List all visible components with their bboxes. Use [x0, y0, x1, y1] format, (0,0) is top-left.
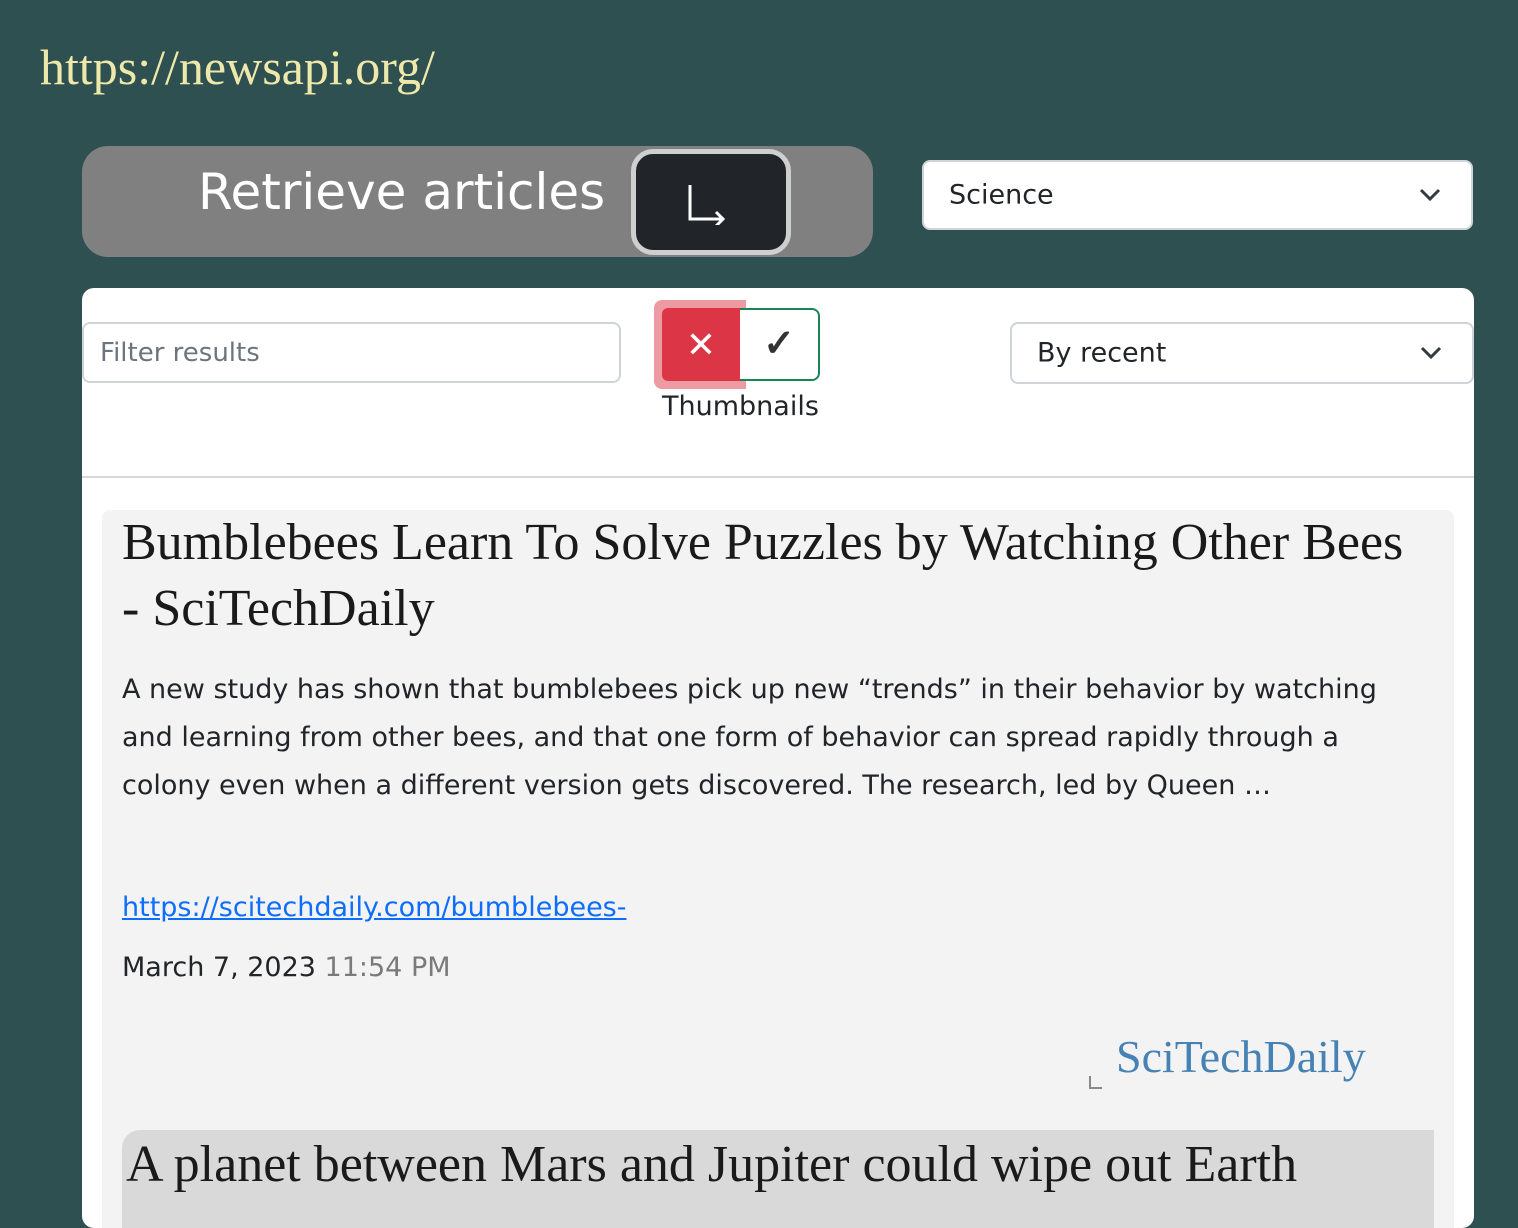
chevron-down-icon [1420, 346, 1442, 360]
category-select-value: Science [949, 179, 1054, 211]
article-datetime: March 7, 2023 11:54 PM [122, 952, 451, 983]
article-thumbnail[interactable]: SciTechDaily [1116, 1030, 1366, 1083]
chevron-down-icon [1419, 188, 1441, 202]
sort-select[interactable]: By recent [1010, 322, 1474, 384]
article-description: A new study has shown that bumblebees pi… [122, 674, 1377, 801]
category-select[interactable]: Science [922, 160, 1473, 230]
thumbnails-toggle[interactable]: ✕ ✓ [654, 300, 821, 389]
api-url-label: https://newsapi.org/ [40, 39, 435, 95]
thumbnails-on-button[interactable]: ✓ [740, 308, 820, 381]
retrieve-articles-control: Retrieve articles [82, 146, 873, 257]
article-date: March 7, 2023 [122, 952, 316, 983]
broken-image-icon [1089, 1076, 1102, 1089]
article-time: 11:54 PM [324, 952, 451, 983]
filter-results-input[interactable] [82, 322, 621, 383]
article-title: A planet between Mars and Jupiter could … [126, 1136, 1298, 1193]
results-panel: ✕ ✓ Thumbnails By recent Bumblebees Lear… [82, 288, 1474, 1228]
return-arrow-icon [688, 185, 726, 225]
thumbnails-label: Thumbnails [662, 391, 819, 422]
sort-select-value: By recent [1037, 337, 1167, 369]
panel-divider [82, 476, 1474, 478]
retrieve-articles-label: Retrieve articles [198, 163, 606, 221]
article-card: Bumblebees Learn To Solve Puzzles by Wat… [102, 510, 1454, 1228]
article-title: Bumblebees Learn To Solve Puzzles by Wat… [122, 514, 1404, 637]
article-link[interactable]: https://scitechdaily.com/bumblebees- [122, 892, 626, 923]
retrieve-articles-button[interactable] [631, 149, 791, 255]
article-card: A planet between Mars and Jupiter could … [122, 1130, 1434, 1228]
thumbnails-off-button[interactable]: ✕ [662, 308, 740, 381]
